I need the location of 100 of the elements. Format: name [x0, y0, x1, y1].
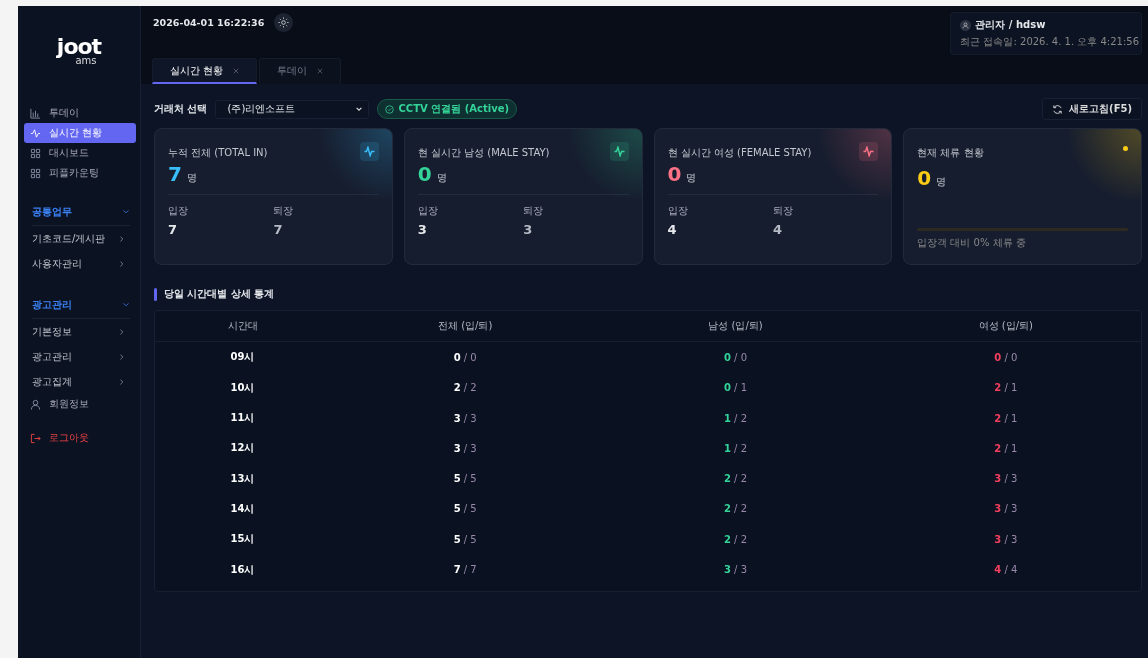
card-value: 0 [417, 162, 432, 186]
column-header: 전체 (입/퇴) [437, 319, 494, 334]
chevron-icon [122, 208, 130, 216]
stat-value: 4 [772, 222, 783, 237]
table-cell-text: 3 / 3 [993, 533, 1019, 545]
logout-icon [30, 432, 41, 444]
stat-label: 퇴장 [523, 204, 545, 218]
check-circle-icon [385, 104, 395, 114]
close-icon [233, 67, 240, 74]
table-cell-text: 2 / 2 [722, 473, 748, 485]
stat-value: 4 [667, 222, 678, 237]
table-cell-text: 0 / 0 [452, 351, 478, 363]
table-cell-text: 2 / 2 [722, 503, 748, 515]
cctv-status-badge: CCTV 연결됨 (Active) [377, 99, 517, 119]
menu-item[interactable]: 광고집계 [32, 369, 126, 394]
table-cell-text: 11시 [229, 411, 256, 426]
menu-item[interactable]: 광고관리 [32, 344, 126, 369]
menu-section[interactable]: 공통업무 [32, 205, 130, 226]
card-value: 0 [667, 162, 682, 186]
stat-value: 3 [417, 222, 428, 237]
stat-label: 입장 [667, 204, 689, 218]
pulse-icon [30, 127, 41, 139]
close-icon [317, 67, 324, 74]
table-cell-text: 2 / 2 [722, 533, 748, 545]
logout-link[interactable]: 로그아웃 [24, 428, 136, 448]
table-cell-text: 09시 [229, 350, 256, 365]
accent-bar [154, 287, 157, 301]
chevron-icon [118, 327, 126, 336]
stat-label: 퇴장 [772, 204, 794, 218]
card-title: 현 실시간 여성 (FEMALE STAY) [667, 146, 812, 160]
table-cell-text: 0 / 1 [722, 382, 748, 394]
table-cell-text: 10시 [229, 380, 256, 395]
bar-chart-icon [30, 107, 41, 119]
user-icon [960, 19, 972, 31]
last-login: 최근 접속일: 2026. 4. 1. 오후 4:21:56 [960, 35, 1139, 49]
table-cell-text: 3 / 3 [452, 442, 478, 454]
unit-label: 명 [186, 171, 197, 185]
menu-item[interactable]: 기본정보 [32, 319, 126, 344]
tab[interactable]: 실시간 현황 [152, 58, 258, 84]
column-header: 남성 (입/퇴) [707, 319, 764, 334]
card-title: 현 실시간 남성 (MALE STAY) [417, 146, 550, 160]
grid-icon [30, 147, 41, 159]
theme-toggle-button[interactable] [274, 13, 294, 32]
nav-item[interactable]: 실시간 현황 [24, 123, 136, 143]
stat-value: 7 [168, 222, 179, 237]
stat-label: 퇴장 [273, 204, 295, 218]
person-icon [30, 398, 41, 410]
unit-label: 명 [936, 175, 947, 189]
table-cell-text: 2 / 2 [452, 382, 478, 394]
sun-icon [278, 17, 290, 28]
table-cell-text: 5 / 5 [452, 533, 478, 545]
table-cell-text: 5 / 5 [452, 473, 478, 485]
user-name: 관리자 / hdsw [975, 18, 1046, 32]
menu-item[interactable]: 기초코드/게시판 [32, 226, 126, 251]
nav-item[interactable]: 대시보드 [24, 143, 136, 163]
stat-value: 3 [523, 222, 534, 237]
card-value: 7 [168, 162, 182, 186]
nav-item[interactable]: 투데이 [24, 103, 136, 123]
table-cell-text: 3 / 3 [452, 412, 478, 424]
client-select[interactable]: (주)리엔소프트 [215, 99, 370, 119]
table-cell-text: 4 / 4 [993, 564, 1019, 575]
table-cell-text: 16시 [229, 562, 256, 577]
chevron-icon [118, 352, 126, 361]
stat-value: 7 [273, 222, 284, 237]
chevron-icon [118, 377, 126, 386]
unit-label: 명 [686, 171, 697, 185]
stay-caption: 입장객 대비 0% 체류 중 [917, 236, 1027, 250]
grid-icon [30, 167, 41, 179]
table-cell-text: 14시 [229, 501, 256, 516]
table-cell-text: 3 / 3 [993, 473, 1019, 485]
tab[interactable]: 투데이 [259, 58, 342, 84]
menu-section[interactable]: 광고관리 [32, 298, 130, 319]
refresh-icon [1052, 103, 1064, 115]
table-cell-text: 7 / 7 [452, 564, 478, 575]
nav-item[interactable]: 피플카운팅 [24, 163, 136, 183]
chevron-icon [118, 259, 126, 268]
unit-label: 명 [436, 171, 447, 185]
date-time: 2026-04-01 16:22:36 [153, 17, 265, 28]
table-cell-text: 2 / 1 [993, 412, 1019, 424]
refresh-button[interactable]: 새로고침(F5) [1042, 98, 1142, 120]
table-cell-text: 2 / 1 [993, 442, 1019, 454]
menu-item[interactable]: 사용자관리 [32, 251, 126, 276]
table-cell-text: 13시 [229, 471, 256, 486]
card-title: 누적 전체 (TOTAL IN) [168, 146, 268, 160]
logo: joot ams [56, 36, 102, 66]
table-cell-text: 12시 [229, 441, 256, 456]
table-cell-text: 1 / 2 [722, 412, 748, 424]
card-value: 0 [917, 166, 932, 190]
chevron-icon [122, 301, 130, 309]
table-cell-text: 15시 [229, 532, 256, 547]
client-label: 거래처 선택 [154, 102, 208, 116]
table-cell-text: 1 / 2 [722, 442, 748, 454]
stat-label: 입장 [417, 204, 439, 218]
table-cell-text: 5 / 5 [452, 503, 478, 515]
column-header: 여성 (입/퇴) [977, 319, 1034, 334]
table-cell-text: 0 / 0 [722, 351, 748, 363]
table-cell-text: 0 / 0 [993, 351, 1019, 363]
table-cell-text: 3 / 3 [993, 503, 1019, 515]
stat-label: 입장 [168, 204, 189, 218]
nav-item[interactable]: 회원정보 [24, 394, 136, 414]
